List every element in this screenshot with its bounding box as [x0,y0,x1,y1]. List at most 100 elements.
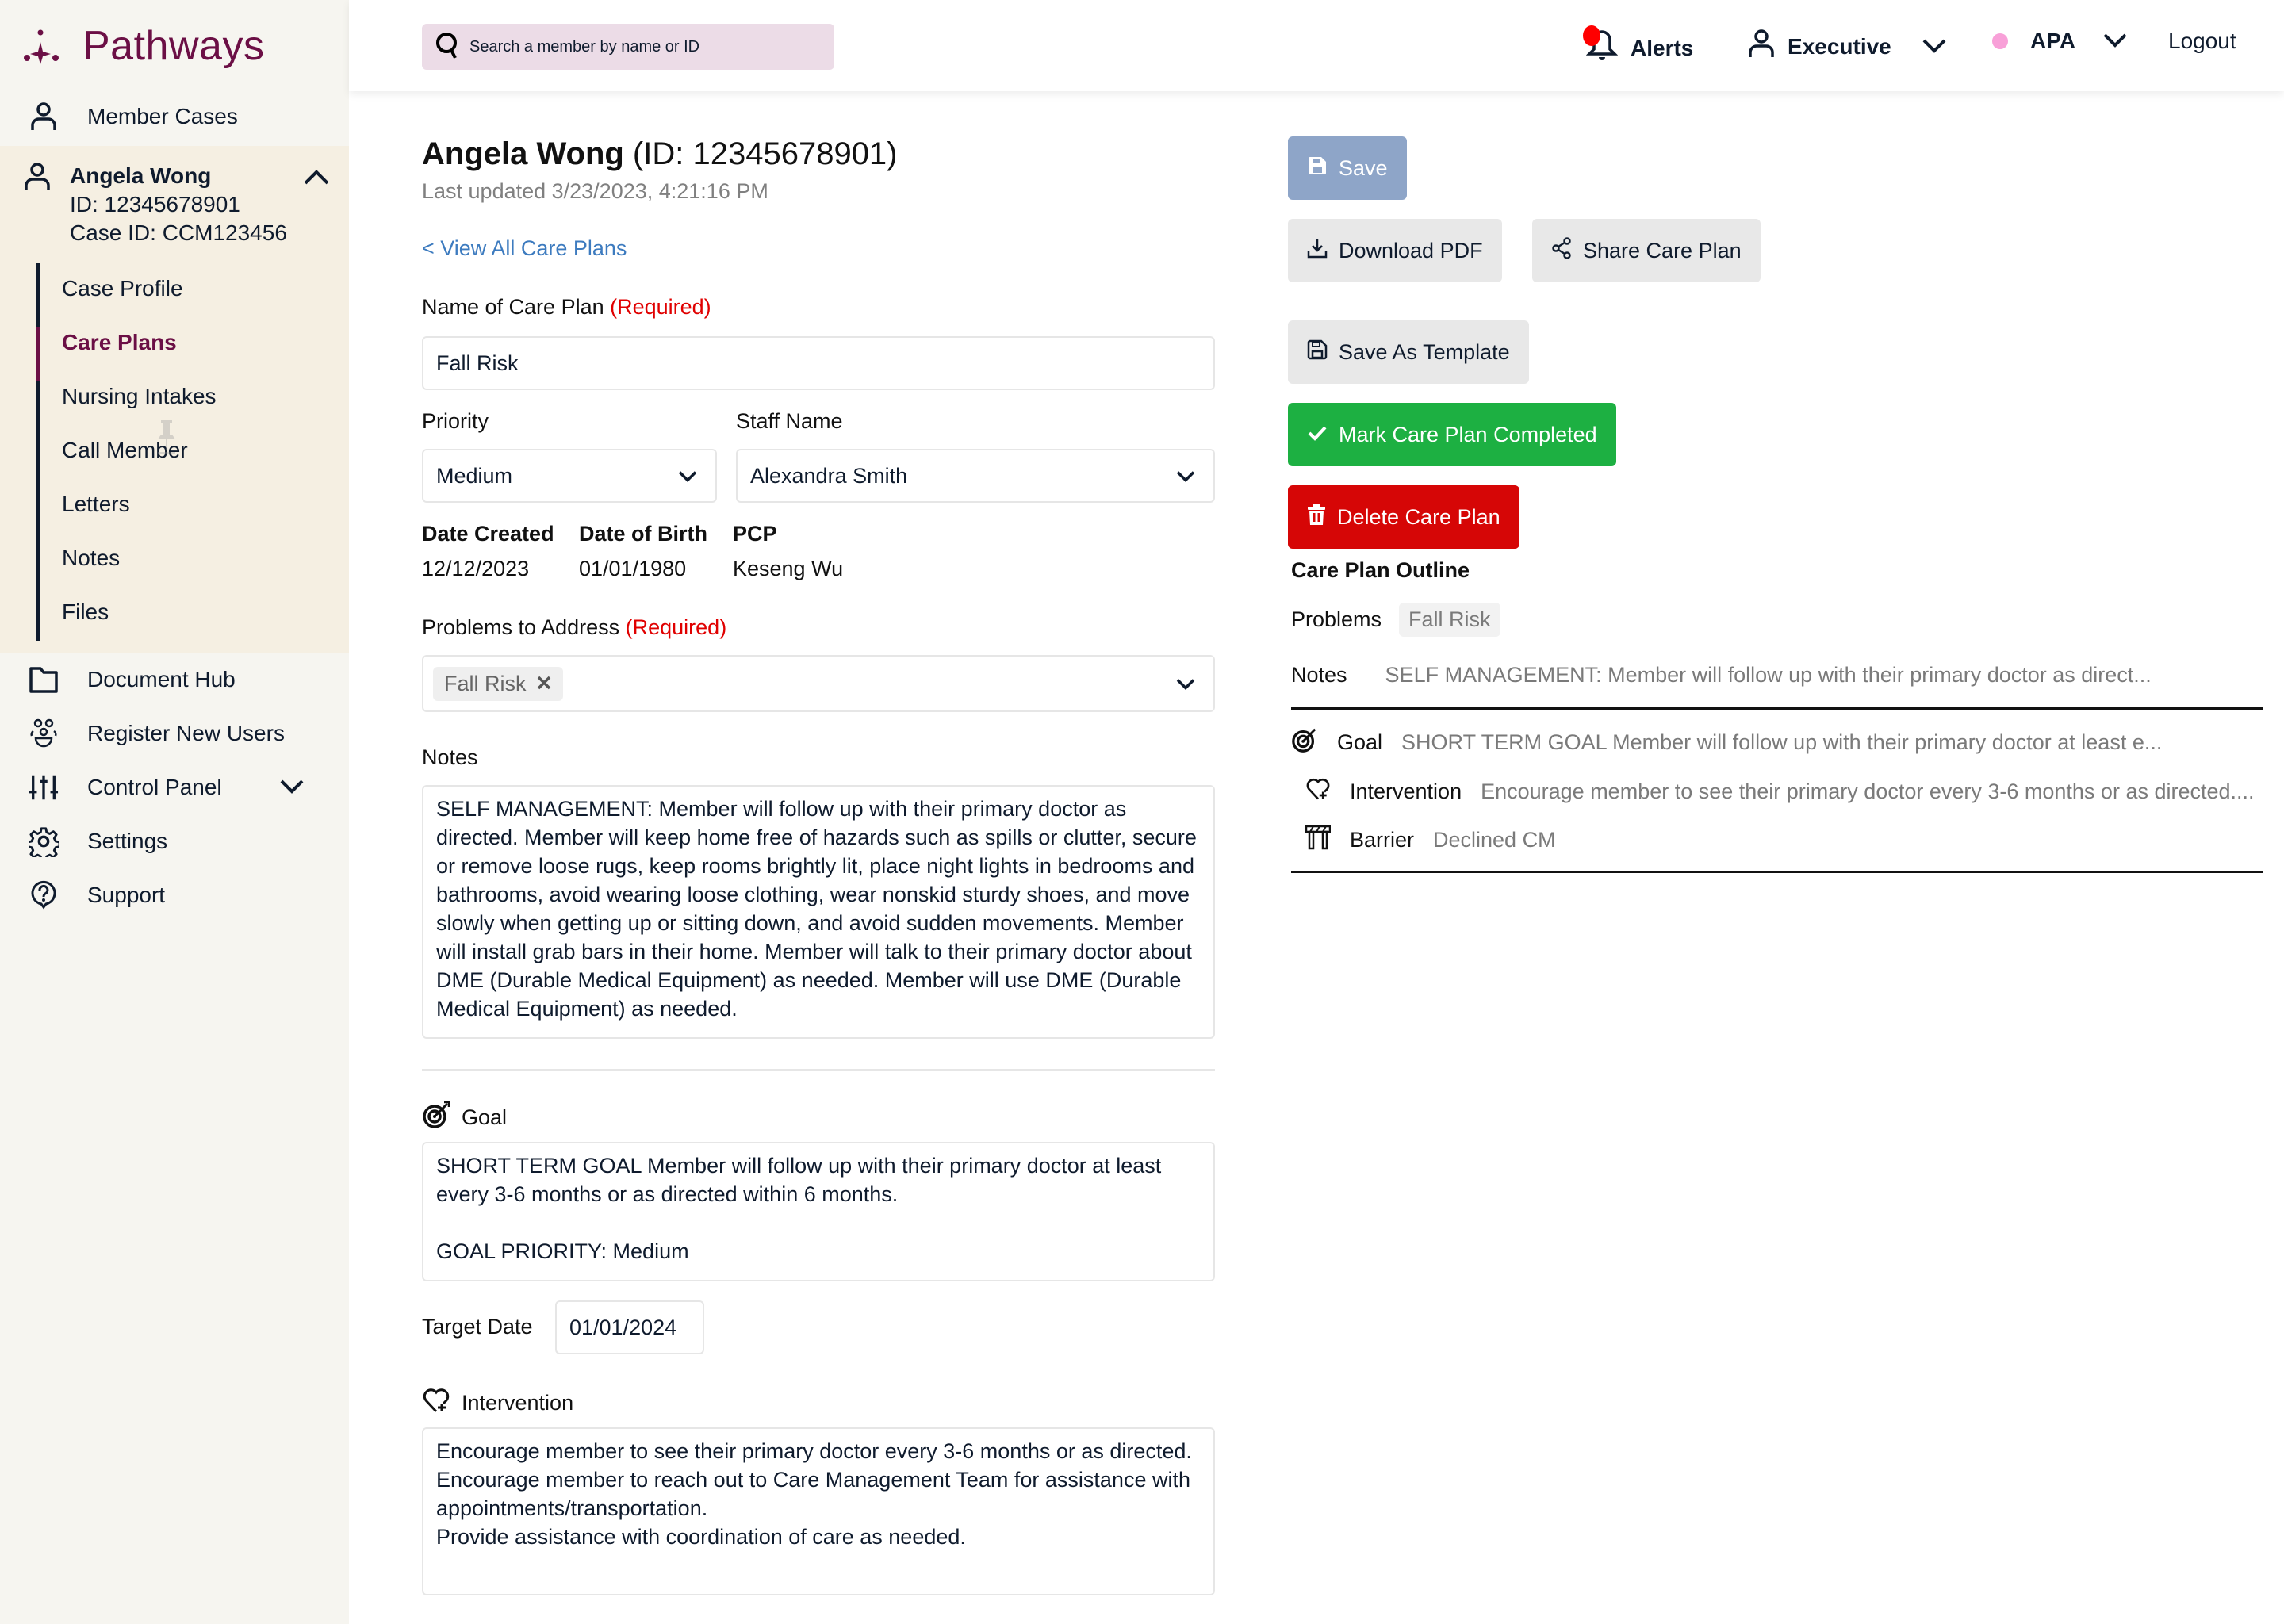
sidebar: Pathways Member Cases Angela Wong ID: 12… [0,0,349,1624]
folder-icon [29,665,59,695]
outline-divider [1291,707,2263,710]
required-marker: (Required) [610,295,711,319]
users-icon [29,718,59,749]
subnav-care-plans[interactable]: Care Plans [62,330,177,355]
outline-intervention-row[interactable]: Intervention Encourage member to see the… [1305,776,2255,808]
alert-badge [1583,25,1600,46]
outline-notes-value: SELF MANAGEMENT: Member will follow up w… [1385,663,2152,687]
outline-barrier-label: Barrier [1350,828,1415,852]
role-label: Executive [1788,33,1891,59]
delete-care-plan-button[interactable]: Delete Care Plan [1288,485,1519,549]
subnav-case-profile[interactable]: Case Profile [62,276,183,301]
outline-problem-chip: Fall Risk [1399,603,1500,637]
member-context-panel: Angela Wong ID: 12345678901 Case ID: CCM… [0,146,349,653]
view-all-care-plans-link[interactable]: < View All Care Plans [422,236,627,261]
button-label: Save As Template [1339,339,1510,364]
heart-plus-icon [422,1386,450,1420]
org-dropdown[interactable]: APA [1992,29,2128,54]
goal-section-header: Goal [422,1101,507,1135]
priority-label: Priority [422,409,489,433]
outline-goal-row[interactable]: Goal SHORT TERM GOAL Member will follow … [1291,726,2162,759]
problems-multiselect[interactable]: Fall Risk [422,655,1215,712]
input-value: 01/01/2024 [569,1315,677,1339]
download-icon [1307,238,1328,264]
sidebar-item-support[interactable]: Support [29,880,165,910]
sidebar-item-control-panel[interactable]: Control Panel [29,772,328,802]
member-search[interactable] [422,24,834,70]
alerts-button[interactable]: Alerts [1583,25,1693,67]
sidebar-item-register-new-users[interactable]: Register New Users [29,718,285,749]
save-icon [1307,339,1328,366]
button-label: Delete Care Plan [1337,504,1500,529]
outline-notes-row: Notes SELF MANAGEMENT: Member will follo… [1291,663,2152,688]
label-text: Name of Care Plan [422,295,604,319]
page-title: Angela Wong (ID: 12345678901) [422,136,898,172]
pin-icon[interactable] [157,420,176,459]
member-case-id: Case ID: CCM123456 [70,220,287,245]
download-pdf-button[interactable]: Download PDF [1288,219,1502,282]
sidebar-item-label: Document Hub [87,667,236,691]
person-icon [1748,29,1775,64]
close-icon[interactable] [536,672,552,696]
pcp-value: Keseng Wu [733,557,844,580]
date-created-label: Date Created [422,522,554,546]
button-label: Share Care Plan [1583,238,1742,262]
target-date-input[interactable]: 01/01/2024 [555,1300,704,1354]
logout-link[interactable]: Logout [2168,29,2236,54]
org-label: APA [2030,29,2076,53]
section-divider [422,1069,1215,1071]
help-icon [29,880,59,910]
person-icon [29,102,59,132]
sidebar-item-member-cases[interactable]: Member Cases [29,102,238,132]
role-dropdown[interactable]: Executive [1748,29,1947,64]
goal-textarea[interactable]: SHORT TERM GOAL Member will follow up wi… [422,1142,1215,1281]
outline-problems-label: Problems [1291,607,1382,631]
outline-notes-label: Notes [1291,663,1347,687]
save-button[interactable]: Save [1288,136,1407,200]
notes-textarea[interactable]: SELF MANAGEMENT: Member will follow up w… [422,785,1215,1039]
subnav-nursing-intakes[interactable]: Nursing Intakes [62,384,217,409]
member-summary[interactable]: Angela Wong ID: 12345678901 Case ID: CCM… [24,162,287,247]
problem-chip: Fall Risk [433,666,563,701]
outline-barrier-row[interactable]: Barrier Declined CM [1305,825,1556,856]
priority-select[interactable]: Medium [422,449,717,503]
app-name: Pathways [82,23,265,69]
required-marker: (Required) [625,615,727,639]
sidebar-item-label: Settings [87,829,168,853]
staff-name-select[interactable]: Alexandra Smith [736,449,1215,503]
save-icon [1307,155,1328,182]
logo[interactable]: Pathways [24,22,264,70]
outline-barrier-value: Declined CM [1433,828,1556,852]
select-value: Medium [436,463,513,488]
intervention-textarea[interactable]: Encourage member to see their primary do… [422,1427,1215,1595]
subnav-files[interactable]: Files [62,599,109,625]
intervention-section-header: Intervention [422,1386,573,1420]
sidebar-item-label: Register New Users [87,721,285,745]
chevron-up-icon[interactable] [303,168,330,190]
subnav-rail [36,263,40,641]
sidebar-item-document-hub[interactable]: Document Hub [29,665,236,695]
search-icon [435,31,462,63]
outline-problems-row: Problems Fall Risk [1291,603,1500,637]
sidebar-item-label: Control Panel [87,775,222,799]
target-icon [422,1101,450,1135]
chevron-down-icon [279,775,305,800]
mark-completed-button[interactable]: Mark Care Plan Completed [1288,403,1616,466]
share-care-plan-button[interactable]: Share Care Plan [1532,219,1761,282]
subnav-letters[interactable]: Letters [62,492,130,517]
save-as-template-button[interactable]: Save As Template [1288,320,1529,384]
button-label: Mark Care Plan Completed [1339,422,1597,446]
share-icon [1551,236,1572,265]
chevron-down-icon [1175,464,1196,488]
care-plan-name-input[interactable]: Fall Risk [422,336,1215,390]
chevron-down-icon [677,464,698,488]
sidebar-item-settings[interactable]: Settings [29,826,168,857]
care-plan-outline-title: Care Plan Outline [1291,558,1470,582]
search-input[interactable] [469,37,818,56]
problems-label: Problems to Address (Required) [422,615,726,640]
care-plan-name-label: Name of Care Plan (Required) [422,295,711,320]
subnav-notes[interactable]: Notes [62,546,120,571]
outline-divider [1291,871,2263,873]
button-label: Download PDF [1339,238,1483,262]
dob-label: Date of Birth [579,522,707,546]
